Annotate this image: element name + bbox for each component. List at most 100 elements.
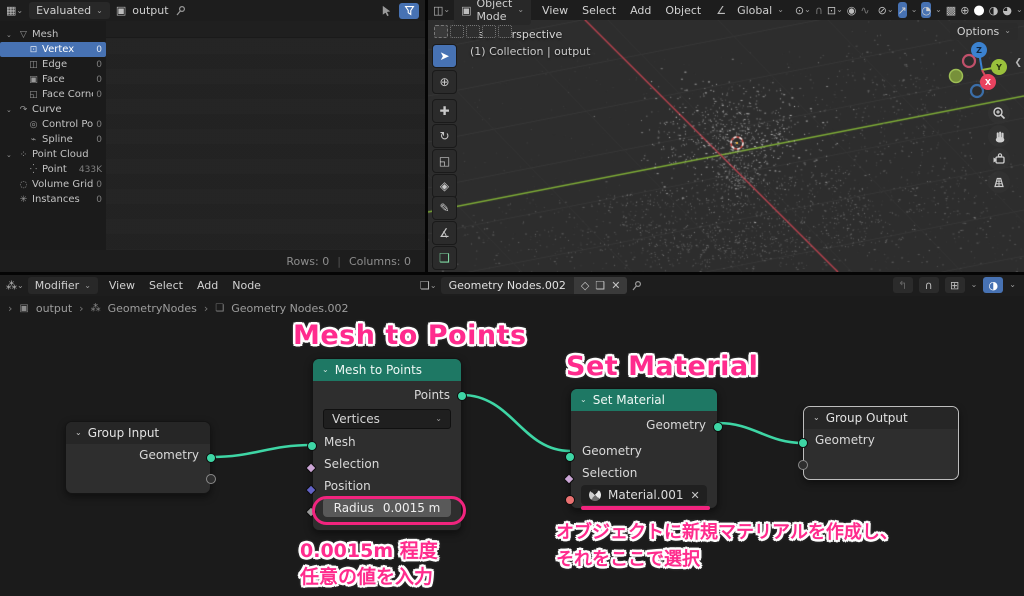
tree-item-control-point[interactable]: ◎Control Point0 [0, 117, 106, 132]
socket-points-output[interactable] [457, 391, 467, 401]
socket-extend-output[interactable] [206, 474, 216, 484]
socket-geometry-output[interactable] [206, 453, 216, 463]
gizmos-toggle-icon[interactable]: ↗ [898, 2, 907, 18]
tree-item-point-cloud[interactable]: ⌄⁘Point Cloud [0, 147, 106, 162]
datasource-dropdown[interactable]: Evaluated ⌄ [29, 2, 110, 19]
node-tree-icon[interactable]: ❏⌄ [420, 279, 437, 292]
tree-item-instances[interactable]: ✳Instances0 [0, 192, 106, 207]
tree-item-volume-grids[interactable]: ◌Volume Grids0 [0, 177, 106, 192]
axis-minus-z-ball[interactable] [971, 85, 983, 97]
snap-magnet-icon[interactable]: ∩ [815, 4, 823, 17]
menu-node[interactable]: Node [225, 279, 268, 292]
node-group-input-header[interactable]: ⌄ Group Input [66, 422, 210, 444]
mode-dropdown[interactable]: ▣ Object Mode ⌄ [454, 0, 531, 25]
cursor-tool[interactable]: ⊕ [432, 70, 457, 94]
sidebar-collapse-icon[interactable]: ❮ [1014, 58, 1022, 68]
socket-material-input[interactable] [565, 495, 575, 505]
axis-minus-y-ball[interactable] [950, 70, 963, 83]
node-snap-icon[interactable]: ∩ [919, 277, 939, 293]
copies-count-icon[interactable]: ❏ [595, 279, 605, 292]
select-box-tool[interactable]: ➤ [432, 44, 457, 68]
select-mode-set-icon[interactable] [434, 25, 448, 38]
unlink-x-icon[interactable]: ✕ [611, 279, 620, 292]
pin-icon[interactable] [175, 5, 187, 17]
tree-item-mesh[interactable]: ⌄▽Mesh [0, 27, 106, 42]
socket-radius-input[interactable] [305, 506, 316, 517]
node-group-output-header[interactable]: ⌄ Group Output [804, 407, 958, 429]
add-cube-tool[interactable]: ❑ [432, 246, 457, 270]
menu-view[interactable]: View [102, 279, 142, 292]
tree-item-curve[interactable]: ⌄↷Curve [0, 102, 106, 117]
navigation-gizmo[interactable]: Z Y X [944, 38, 1014, 108]
toggle-perspective-grid-icon[interactable] [988, 171, 1010, 193]
socket-extend-input[interactable] [798, 460, 808, 470]
domain-select[interactable]: Vertices ⌄ [323, 409, 451, 429]
tree-item-face[interactable]: ▣Face0 [0, 72, 106, 87]
breadcrumb-object[interactable]: output [36, 302, 72, 315]
tree-item-face-corner[interactable]: ◱Face Corner0 [0, 87, 106, 102]
socket-geometry-input[interactable] [798, 438, 808, 448]
tree-item-edge[interactable]: ◫Edge0 [0, 57, 106, 72]
transform-tool[interactable]: ◈ [432, 174, 457, 198]
show-hide-filter-icon[interactable]: ⊘⌄ [878, 4, 894, 17]
shading-rendered-icon[interactable]: ◕ [1002, 4, 1012, 17]
menu-add[interactable]: Add [190, 279, 225, 292]
spreadsheet-editor-type-icon[interactable]: ▦⌄ [6, 4, 23, 17]
move-tool[interactable]: ✚ [432, 99, 457, 123]
breadcrumb-modifier[interactable]: GeometryNodes [108, 302, 197, 315]
go-to-parent-icon[interactable]: ↰ [893, 277, 913, 293]
node-tree-name[interactable]: Geometry Nodes.002 [441, 277, 574, 294]
menu-select[interactable]: Select [142, 279, 190, 292]
node-set-material[interactable]: ⌄ Set Material Geometry Geometry Selecti… [570, 388, 718, 509]
scale-tool[interactable]: ◱ [432, 149, 457, 173]
material-select-field[interactable]: Material.001 ✕ [581, 485, 707, 505]
expand-chevron-icon[interactable]: ⌄ [6, 106, 15, 114]
socket-mesh-input[interactable] [307, 441, 317, 451]
overlays-toggle-icon[interactable]: ◔ [921, 2, 931, 18]
socket-geometry-input[interactable] [565, 452, 575, 462]
node-mesh-to-points-header[interactable]: ⌄ Mesh to Points [313, 359, 461, 381]
expand-chevron-icon[interactable]: ⌄ [6, 151, 15, 159]
menu-view[interactable]: View [535, 4, 575, 17]
socket-geometry-output[interactable] [713, 422, 723, 432]
pin-icon[interactable] [631, 280, 643, 292]
proportional-falloff-icon[interactable]: ∿ [860, 4, 869, 17]
pan-hand-icon[interactable] [988, 125, 1010, 147]
node-set-material-header[interactable]: ⌄ Set Material [571, 389, 717, 411]
tree-item-spline[interactable]: ⌁Spline0 [0, 132, 106, 147]
tree-item-vertex[interactable]: ⊡Vertex0 [0, 42, 106, 57]
camera-view-icon[interactable] [988, 148, 1010, 170]
shading-wireframe-icon[interactable]: ⊕ [960, 4, 969, 17]
snap-target-icon[interactable]: ⊡⌄ [827, 4, 843, 17]
node-editor-type-icon[interactable]: ⁂⌄ [6, 279, 24, 292]
select-mode-intersect-icon[interactable] [498, 25, 512, 38]
xray-toggle-icon[interactable]: ▩ [946, 4, 956, 17]
shading-solid-icon[interactable]: ● [973, 3, 984, 18]
options-button[interactable]: Options ⌄ [950, 23, 1018, 40]
node-preview-toggle-icon[interactable]: ◑ [983, 277, 1003, 293]
annotate-tool[interactable]: ✎ [432, 196, 457, 220]
breadcrumb-node-tree[interactable]: Geometry Nodes.002 [231, 302, 348, 315]
node-group-input[interactable]: ⌄ Group Input Geometry [65, 421, 211, 494]
orientation-dropdown[interactable]: Global ⌄ [730, 2, 791, 19]
node-mode-dropdown[interactable]: Modifier ⌄ [28, 277, 98, 294]
shading-material-icon[interactable]: ◑ [989, 4, 999, 17]
pivot-point-icon[interactable]: ⊙⌄ [795, 4, 811, 17]
viewport-editor-type-icon[interactable]: ◫⌄ [433, 4, 450, 17]
menu-select[interactable]: Select [575, 4, 623, 17]
radius-value-field[interactable]: Radius 0.0015 m [323, 498, 451, 517]
zoom-icon[interactable] [988, 102, 1010, 124]
axis-minus-x-ball[interactable] [963, 55, 975, 67]
select-mode-invert-icon[interactable] [482, 25, 496, 38]
proportional-editing-icon[interactable]: ◉ [847, 4, 857, 17]
rotate-tool[interactable]: ↻ [432, 124, 457, 148]
filter-funnel-icon[interactable] [399, 3, 419, 19]
select-mode-subtract-icon[interactable] [466, 25, 480, 38]
measure-tool[interactable]: ∡ [432, 221, 457, 245]
node-mesh-to-points[interactable]: ⌄ Mesh to Points Points Vertices ⌄ Mesh … [312, 358, 462, 531]
node-overlay-icon[interactable]: ⊞ [945, 277, 965, 293]
fake-user-shield-icon[interactable]: ◇ [581, 279, 589, 292]
node-group-output[interactable]: ⌄ Group Output Geometry [803, 406, 959, 480]
material-clear-x-icon[interactable]: ✕ [690, 489, 699, 502]
expand-chevron-icon[interactable]: ⌄ [6, 31, 15, 39]
